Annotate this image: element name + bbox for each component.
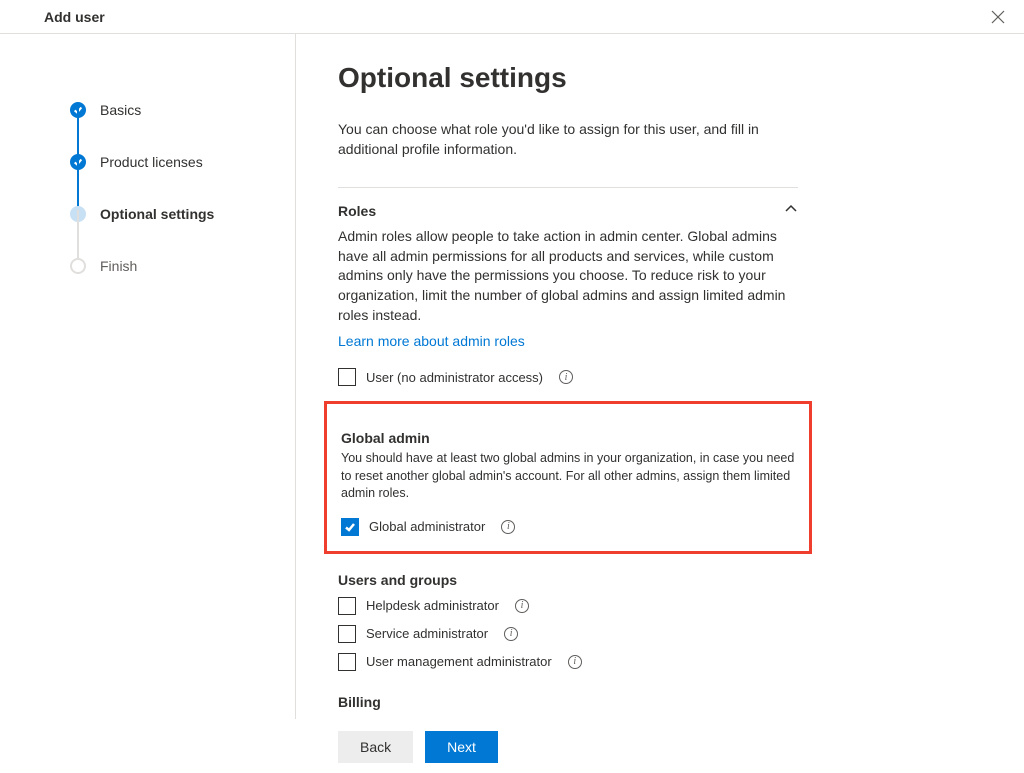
step-label: Product licenses <box>100 154 203 170</box>
divider <box>338 187 798 188</box>
page-intro: You can choose what role you'd like to a… <box>338 120 798 159</box>
checkbox-label: Helpdesk administrator <box>366 598 499 613</box>
step-basics[interactable]: Basics <box>70 84 271 136</box>
step-finish[interactable]: Finish <box>70 240 271 292</box>
info-icon[interactable]: i <box>568 655 582 669</box>
step-label: Finish <box>100 258 137 274</box>
checkbox-label: Global administrator <box>369 519 485 534</box>
global-admin-title: Global admin <box>341 430 795 446</box>
step-label: Basics <box>100 102 141 118</box>
roles-heading: Roles <box>338 203 376 219</box>
global-admin-description: You should have at least two global admi… <box>341 450 795 503</box>
learn-more-link[interactable]: Learn more about admin roles <box>338 333 525 349</box>
info-icon[interactable]: i <box>504 627 518 641</box>
back-button[interactable]: Back <box>338 731 413 763</box>
next-button[interactable]: Next <box>425 731 498 763</box>
checkbox-billing-admin[interactable]: Billing administrator i <box>338 714 798 719</box>
checkbox-user-mgmt-admin[interactable]: User management administrator i <box>338 648 798 676</box>
checkbox-label: Service administrator <box>366 626 488 641</box>
checkbox-input[interactable] <box>338 597 356 615</box>
step-optional-settings[interactable]: Optional settings <box>70 188 271 240</box>
users-groups-title: Users and groups <box>338 572 798 588</box>
info-icon[interactable]: i <box>515 599 529 613</box>
main-scroll[interactable]: Optional settings You can choose what ro… <box>296 34 1024 719</box>
roles-description: Admin roles allow people to take action … <box>338 227 798 325</box>
page-title: Optional settings <box>338 62 798 94</box>
checkbox-input[interactable] <box>338 368 356 386</box>
checkbox-user-no-admin[interactable]: User (no administrator access) i <box>338 363 798 391</box>
current-step-icon <box>70 206 86 222</box>
checkbox-label: User (no administrator access) <box>366 370 543 385</box>
info-icon[interactable]: i <box>501 520 515 534</box>
chevron-up-icon <box>784 202 798 219</box>
checkbox-input[interactable] <box>338 625 356 643</box>
checkbox-input[interactable] <box>338 653 356 671</box>
panel-title: Add user <box>44 9 105 25</box>
billing-title: Billing <box>338 694 798 710</box>
close-icon <box>991 10 1005 24</box>
step-label: Optional settings <box>100 206 214 222</box>
pending-step-icon <box>70 258 86 274</box>
checkbox-global-administrator[interactable]: Global administrator i <box>341 513 795 541</box>
wizard-steps: Basics Product licenses Optional setting… <box>0 34 296 719</box>
check-icon <box>70 102 86 118</box>
check-icon <box>70 154 86 170</box>
checkbox-helpdesk-admin[interactable]: Helpdesk administrator i <box>338 592 798 620</box>
close-button[interactable] <box>988 7 1008 27</box>
step-product-licenses[interactable]: Product licenses <box>70 136 271 188</box>
checkbox-input[interactable] <box>341 518 359 536</box>
roles-accordion-header[interactable]: Roles <box>338 202 798 219</box>
info-icon[interactable]: i <box>559 370 573 384</box>
checkbox-service-admin[interactable]: Service administrator i <box>338 620 798 648</box>
global-admin-highlight: Global admin You should have at least tw… <box>324 401 812 554</box>
checkbox-label: User management administrator <box>366 654 552 669</box>
